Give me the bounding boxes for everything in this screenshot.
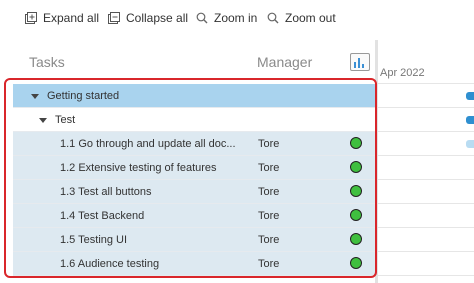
task-name: Test [55,113,76,126]
collapse-all-label: Collapse all [126,11,189,25]
column-chart-icon[interactable] [350,53,370,71]
expand-icon [25,12,37,24]
table-row[interactable]: 1.1 Go through and update all doc... Tor… [13,132,375,156]
zoom-in-icon [196,12,208,24]
table-row[interactable]: 1.3 Test all buttons Tore [13,180,375,204]
timeline-gridline [378,179,474,180]
gantt-bar[interactable] [466,116,474,124]
timeline-gridline [378,155,474,156]
timeline-date-label: Apr 2022 [380,67,425,79]
zoom-in-label: Zoom in [214,11,258,25]
expand-all-button[interactable]: Expand all [25,7,99,29]
manager-cell: Tore [258,209,280,222]
timeline-gridline [378,251,474,252]
manager-cell: Tore [258,257,280,270]
zoom-in-button[interactable]: Zoom in [196,7,257,29]
task-name: 1.1 Go through and update all doc... [60,137,236,150]
column-header-manager[interactable]: Manager [257,54,312,70]
collapse-icon [108,12,120,24]
task-name: 1.2 Extensive testing of features [60,161,217,174]
collapse-all-button[interactable]: Collapse all [108,7,188,29]
collapse-caret-icon[interactable] [39,118,47,123]
task-name: 1.4 Test Backend [60,209,145,222]
table-row[interactable]: 1.6 Audience testing Tore [13,252,375,276]
manager-cell: Tore [258,161,280,174]
column-header-tasks[interactable]: Tasks [29,54,65,70]
status-indicator [350,233,362,245]
gantt-bar[interactable] [466,140,474,148]
task-name: 1.5 Testing UI [60,233,128,246]
zoom-out-icon [267,12,279,24]
timeline-gridline [378,227,474,228]
status-indicator [350,137,362,149]
timeline-gridline [378,107,474,108]
status-indicator [350,161,362,173]
group-row-getting-started[interactable]: Getting started [13,84,375,108]
group-row-test[interactable]: Test [13,108,375,132]
collapse-caret-icon[interactable] [31,94,39,99]
task-name: Getting started [47,89,120,102]
gantt-bar[interactable] [466,92,474,100]
expand-all-label: Expand all [43,11,100,25]
timeline-gridline [378,83,474,84]
table-row[interactable]: 1.4 Test Backend Tore [13,204,375,228]
timeline-gridline [378,275,474,276]
toolbar: Expand all Collapse all Zoom in Zoom out [0,0,474,40]
timeline-gridline [378,131,474,132]
zoom-out-label: Zoom out [285,11,336,25]
timeline-gridline [378,203,474,204]
task-name: 1.6 Audience testing [60,257,160,270]
grid-header: Tasks Manager [13,40,375,80]
manager-cell: Tore [258,233,280,246]
task-name: 1.3 Test all buttons [60,185,152,198]
status-indicator [350,209,362,221]
gantt-chart-area: Apr 2022 [378,40,474,283]
table-row[interactable]: 1.2 Extensive testing of features Tore [13,156,375,180]
manager-cell: Tore [258,185,280,198]
table-row[interactable]: 1.5 Testing UI Tore [13,228,375,252]
task-grid: Tasks Manager Getting started Test 1.1 G… [13,40,375,283]
status-indicator [350,185,362,197]
manager-cell: Tore [258,137,280,150]
status-indicator [350,257,362,269]
zoom-out-button[interactable]: Zoom out [267,7,336,29]
